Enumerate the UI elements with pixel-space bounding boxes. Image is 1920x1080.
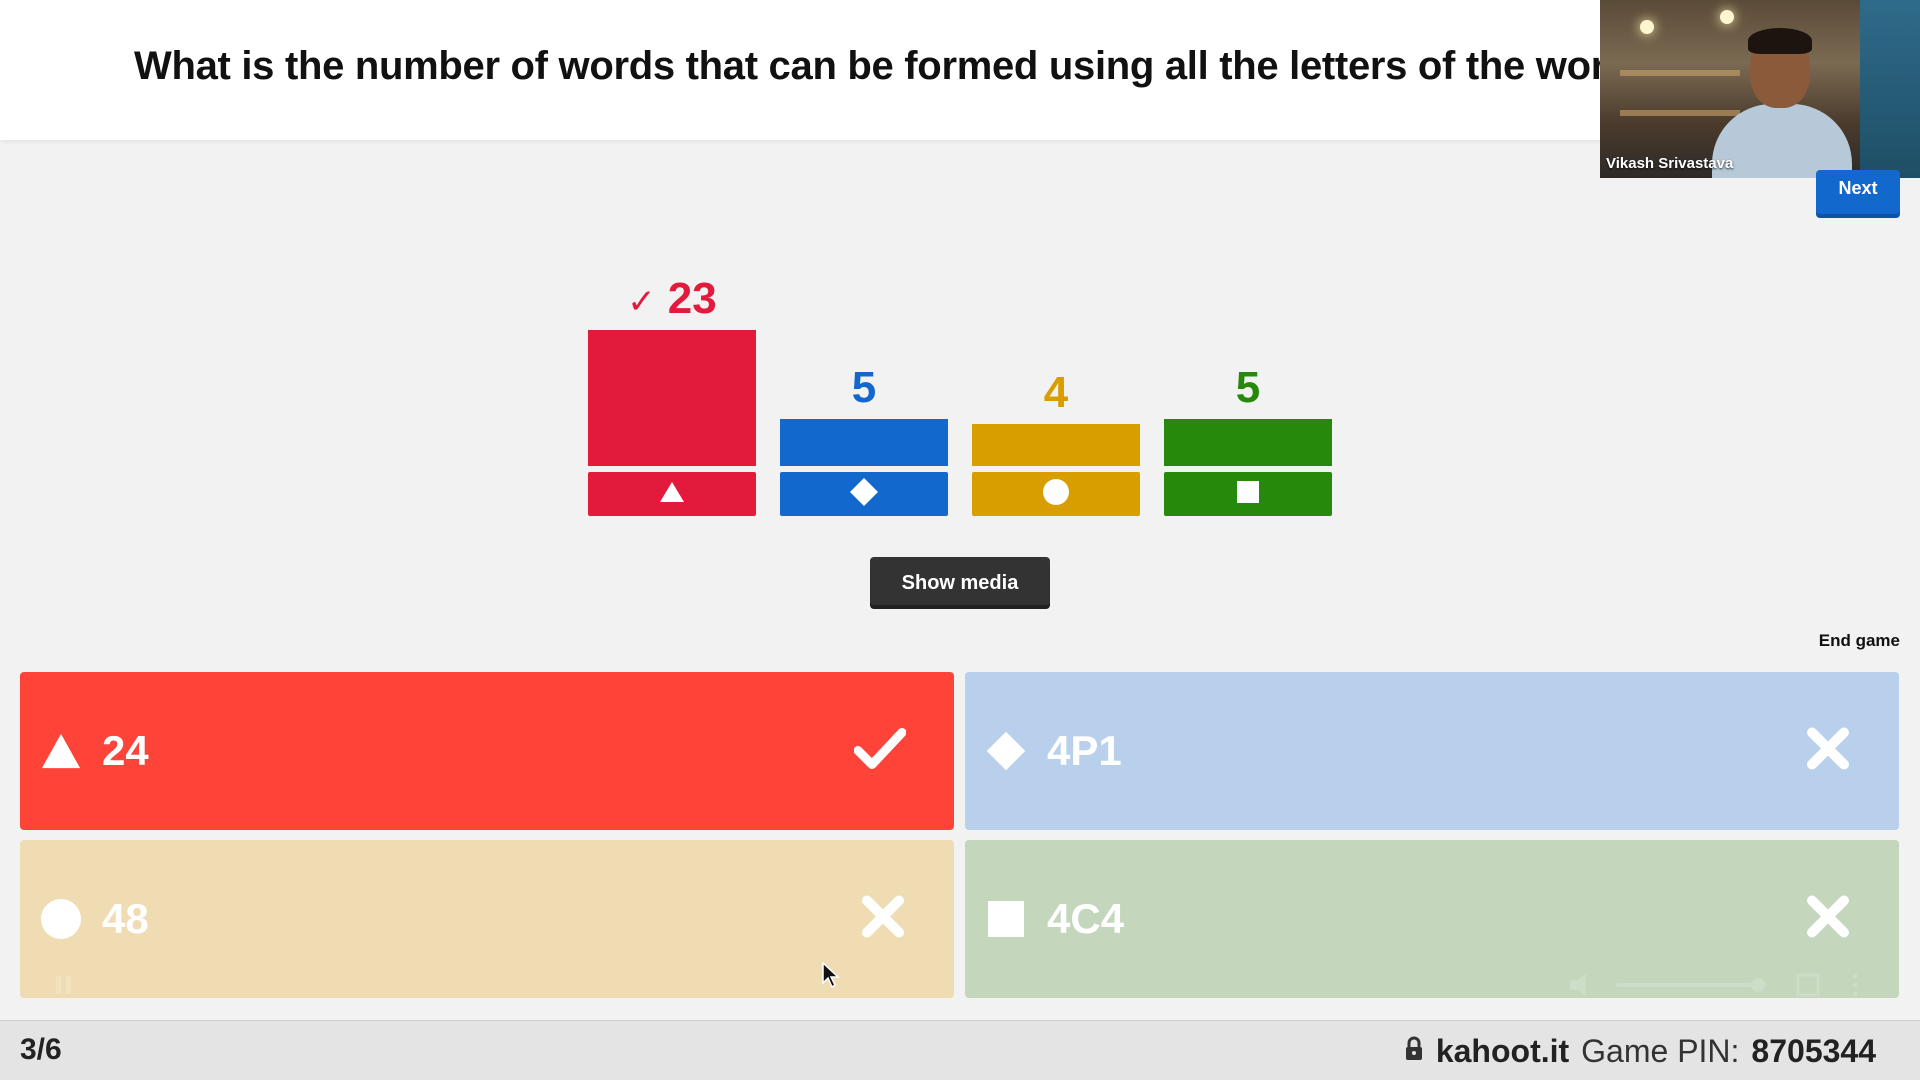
- bar-triangle: [588, 330, 756, 466]
- bar-base-triangle: [588, 472, 756, 516]
- bar-base-diamond: [780, 472, 948, 516]
- answer-results-chart: ✓ 23 5 4 5: [0, 0, 1920, 540]
- triangle-icon: [659, 481, 685, 508]
- close-icon: [1805, 894, 1851, 945]
- bar-base-circle: [972, 472, 1140, 516]
- diamond-icon: [985, 730, 1027, 772]
- bar-value: 23: [667, 274, 717, 323]
- answer-tile-triangle: 24: [20, 672, 954, 830]
- check-icon: [853, 727, 907, 776]
- check-icon: ✓: [627, 283, 656, 321]
- bar-value: 5: [1235, 363, 1261, 413]
- game-pin-label: Game PIN:: [1581, 1032, 1740, 1069]
- answer-label: 4P1: [1047, 727, 1122, 774]
- circle-icon: [40, 898, 82, 940]
- bar-count-square: 5: [1164, 363, 1332, 413]
- bar-count-triangle: ✓ 23: [588, 274, 756, 324]
- answer-label: 48: [102, 895, 149, 942]
- bar-base-square: [1164, 472, 1332, 516]
- bottom-bar: 3/6 kahoot.it Game PIN: 8705344: [0, 1020, 1920, 1080]
- volume-slider: [1616, 983, 1766, 987]
- site-url: kahoot.it: [1435, 1032, 1570, 1069]
- answer-label: 4C4: [1047, 895, 1125, 942]
- bar-count-circle: 4: [972, 368, 1140, 418]
- video-player-controls: [40, 970, 1880, 1000]
- fullscreen-icon: [1796, 973, 1820, 997]
- square-icon: [1236, 480, 1260, 509]
- show-media-button[interactable]: Show media: [870, 557, 1050, 609]
- bar-circle: [972, 424, 1140, 466]
- bar-value: 5: [851, 363, 877, 413]
- answer-tile-diamond: 4P1: [965, 672, 1899, 830]
- close-icon: [860, 894, 906, 945]
- volume-icon: [1570, 974, 1586, 996]
- end-game-button[interactable]: End game: [1800, 631, 1900, 651]
- game-pin-value: 8705344: [1751, 1032, 1876, 1069]
- close-icon: [1805, 726, 1851, 777]
- square-icon: [985, 898, 1027, 940]
- diamond-icon: [849, 477, 879, 512]
- pause-icon: [56, 976, 61, 994]
- game-pin-area: kahoot.it Game PIN: 8705344: [1404, 1031, 1876, 1071]
- lock-icon: [1404, 1033, 1424, 1070]
- question-progress: 3/6: [20, 1033, 62, 1066]
- circle-icon: [1042, 478, 1070, 511]
- mouse-cursor-icon: [822, 961, 840, 993]
- bar-square: [1164, 419, 1332, 466]
- bar-count-diamond: 5: [780, 363, 948, 413]
- more-icon: [1852, 973, 1858, 979]
- answer-label: 24: [102, 727, 149, 774]
- triangle-icon: [40, 730, 82, 772]
- bar-diamond: [780, 419, 948, 466]
- bar-value: 4: [1043, 368, 1069, 417]
